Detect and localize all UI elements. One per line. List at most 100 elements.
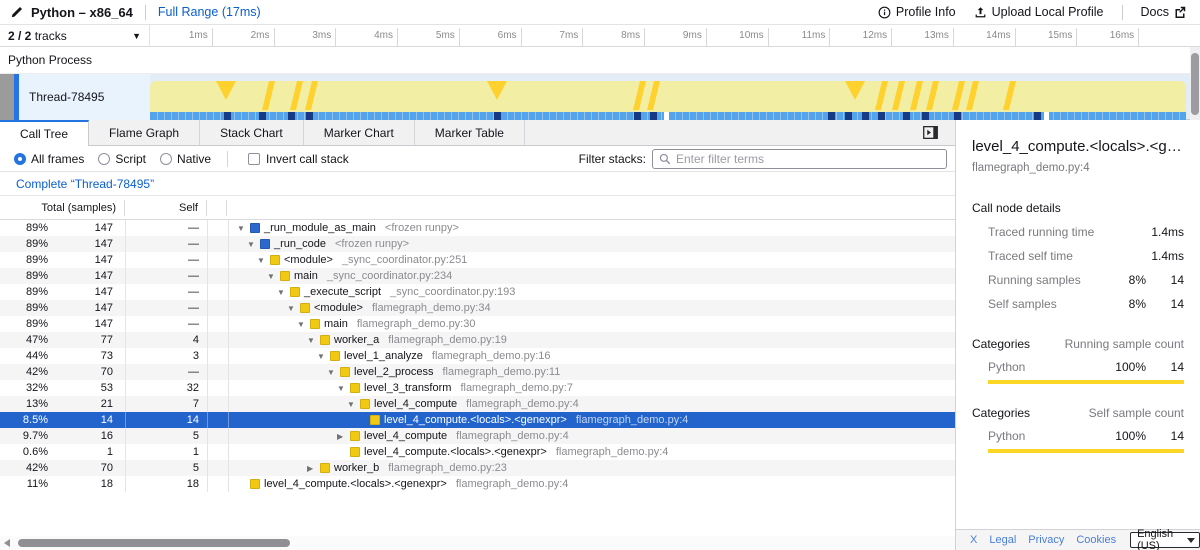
timeline-ruler[interactable]: 1ms2ms3ms4ms5ms6ms7ms8ms9ms10ms11ms12ms1… [150,25,1200,47]
call-tree-row[interactable]: 44%733▼level_1_analyzeflamegraph_demo.py… [0,348,955,364]
category-square-icon [250,479,260,489]
footer-link-legal[interactable]: Legal [989,534,1016,546]
radio-native[interactable] [160,153,172,165]
call-tree-row[interactable]: 89%147—▼_run_module_as_main<frozen runpy… [0,220,955,236]
scrollbar-thumb[interactable] [1191,53,1199,115]
expand-twisty[interactable]: ▼ [237,224,250,233]
call-tree-row[interactable]: 11%1818level_4_compute.<locals>.<genexpr… [0,476,955,492]
timeline-vertical-scrollbar[interactable] [1190,47,1200,120]
tab-stack-chart[interactable]: Stack Chart [200,120,304,145]
call-tree-row[interactable]: 42%70—▼level_2_processflamegraph_demo.py… [0,364,955,380]
radio-native-label[interactable]: Native [177,152,211,166]
ruler-tick [521,28,522,47]
ruler-tick-label: 9ms [650,30,702,41]
function-file: flamegraph_demo.py:11 [443,366,561,378]
full-range-link[interactable]: Full Range (17ms) [158,5,261,19]
call-tree-row[interactable]: 89%147—▼<module>flamegraph_demo.py:34 [0,300,955,316]
profile-info-button[interactable]: Profile Info [878,5,956,19]
call-tree-table-header: Total (samples) Self [0,196,955,220]
external-link-icon [1174,6,1186,18]
radio-all-frames-label[interactable]: All frames [31,152,84,166]
sidebar-toggle-button[interactable] [917,120,943,145]
thread-label[interactable]: Thread-78495 [19,74,150,120]
category-square-icon [340,367,350,377]
call-tree-row[interactable]: 42%705▶worker_bflamegraph_demo.py:23 [0,460,955,476]
scrollbar-thumb[interactable] [18,539,290,547]
call-tree-row[interactable]: 9.7%165▶level_4_computeflamegraph_demo.p… [0,428,955,444]
expand-twisty[interactable]: ▼ [287,304,300,313]
category-square-icon [260,239,270,249]
call-tree-row[interactable]: 89%147—▼mainflamegraph_demo.py:30 [0,316,955,332]
radio-script[interactable] [98,153,110,165]
ruler-tick-label: 11ms [773,30,825,41]
radio-all-frames[interactable] [14,153,26,165]
detail-row-traced-running-time: Traced running time1.4ms [988,225,1184,239]
function-name: level_4_compute.<locals>.<genexpr> [264,478,447,490]
ruler-tick [644,28,645,47]
tab-call-tree[interactable]: Call Tree [0,120,89,146]
panel-tab-bar: Call Tree Flame Graph Stack Chart Marker… [0,120,955,146]
ruler-tick [582,28,583,47]
footer-link-privacy[interactable]: Privacy [1028,534,1064,546]
expand-twisty[interactable]: ▶ [337,432,350,441]
expand-twisty[interactable]: ▼ [257,256,270,265]
expand-twisty[interactable]: ▼ [317,352,330,361]
category-bar-python-self [988,449,1184,453]
expand-twisty[interactable]: ▼ [247,240,260,249]
divider [145,5,146,20]
expand-twisty[interactable]: ▼ [307,336,320,345]
tab-marker-chart[interactable]: Marker Chart [304,120,415,145]
invert-call-stack-label[interactable]: Invert call stack [266,152,349,166]
radio-script-label[interactable]: Script [115,152,146,166]
function-name: level_4_compute [364,430,447,442]
call-node-details-heading: Call node details [972,201,1184,215]
expand-twisty[interactable]: ▼ [327,368,340,377]
divider [1122,5,1123,20]
expand-twisty[interactable]: ▼ [347,400,360,409]
expand-twisty[interactable]: ▶ [307,464,320,473]
function-file: flamegraph_demo.py:16 [432,350,551,362]
breadcrumb-complete-link[interactable]: Complete “Thread-78495” [16,177,154,191]
call-tree-row[interactable]: 89%147—▼<module>_sync_coordinator.py:251 [0,252,955,268]
breadcrumb-row: Complete “Thread-78495” [0,172,955,196]
function-name: <module> [284,254,333,266]
thread-track-row[interactable]: Thread-78495 [0,74,1200,120]
upload-profile-button[interactable]: Upload Local Profile [974,5,1104,19]
process-track-row[interactable]: Python Process [0,47,1200,74]
detail-row-traced-self-time: Traced self time1.4ms [988,249,1184,263]
track-reorder-gutter[interactable] [0,74,14,120]
invert-call-stack-checkbox[interactable] [248,153,260,165]
scroll-left-arrow-icon[interactable] [4,539,10,547]
call-tree-row[interactable]: 89%147—▼_run_code<frozen runpy> [0,236,955,252]
expand-twisty[interactable]: ▼ [277,288,290,297]
categories-running-heading: Categories Running sample count [972,337,1184,351]
call-tree-row[interactable]: 8.5%1414level_4_compute.<locals>.<genexp… [0,412,955,428]
expand-twisty[interactable]: ▼ [297,320,310,329]
call-tree-row[interactable]: 32%5332▼level_3_transformflamegraph_demo… [0,380,955,396]
thread-activity-graph[interactable] [150,74,1190,120]
ruler-tick-label: 4ms [341,30,393,41]
horizontal-scrollbar[interactable] [0,536,955,550]
category-square-icon [290,287,300,297]
footer-link-cookies[interactable]: Cookies [1076,534,1116,546]
function-name: _execute_script [304,286,381,298]
footer-link-x[interactable]: X [970,534,977,546]
call-tree-row[interactable]: 13%217▼level_4_computeflamegraph_demo.py… [0,396,955,412]
filter-stacks-input[interactable] [676,152,940,166]
call-tree-row[interactable]: 47%774▼worker_aflamegraph_demo.py:19 [0,332,955,348]
call-tree-row[interactable]: 89%147—▼_execute_script_sync_coordinator… [0,284,955,300]
language-select[interactable]: English (US) [1130,532,1200,548]
ruler-tick [891,28,892,47]
edit-pencil-icon[interactable] [10,6,23,19]
tracks-dropdown-button[interactable]: 2 / 2 tracks ▼ [0,25,150,47]
function-name: main [294,270,318,282]
expand-twisty[interactable]: ▼ [267,272,280,281]
call-tree-row[interactable]: 89%147—▼main_sync_coordinator.py:234 [0,268,955,284]
tab-marker-table[interactable]: Marker Table [415,120,525,145]
call-tree-row[interactable]: 0.6%11level_4_compute.<locals>.<genexpr>… [0,444,955,460]
tab-flame-graph[interactable]: Flame Graph [89,120,200,145]
filter-stacks-inputbox[interactable] [652,149,947,169]
profiler-app: Python – x86_64 Full Range (17ms) Profil… [0,0,1200,550]
docs-button[interactable]: Docs [1141,5,1186,19]
expand-twisty[interactable]: ▼ [337,384,350,393]
